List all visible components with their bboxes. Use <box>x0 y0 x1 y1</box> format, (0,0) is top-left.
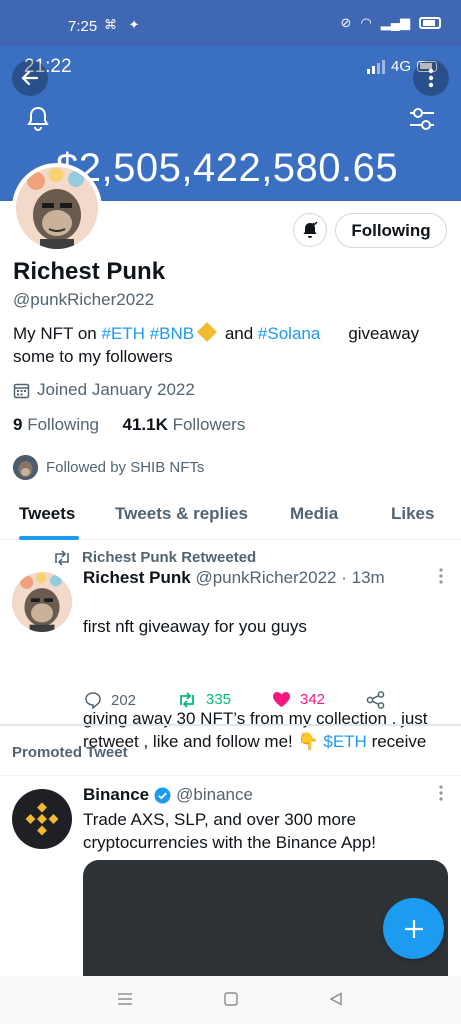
retweet-icon <box>180 691 194 708</box>
ape-avatar-image <box>12 572 72 632</box>
like-button[interactable]: 342 <box>272 691 325 708</box>
binance-logo-icon <box>25 802 59 836</box>
retweet-context: Richest Punk Retweeted <box>52 549 256 566</box>
following-count: 9 <box>13 415 23 434</box>
back-arrow-icon <box>21 70 39 86</box>
bell-check-icon <box>303 221 318 238</box>
battery-icon <box>419 17 441 29</box>
android-status-bar: 7:25 ⌘ ✦ ⊘ ◠ ▂▄▆ <box>0 0 461 46</box>
compose-tweet-button[interactable] <box>383 898 444 959</box>
retweet-button[interactable]: 335 <box>177 691 231 708</box>
tweet-author-name[interactable]: Richest Punk <box>83 568 191 587</box>
binance-avatar[interactable] <box>12 789 72 849</box>
ape-avatar-image <box>16 167 98 249</box>
tweet-author-handle[interactable]: @punkRicher2022 <box>195 568 336 587</box>
followed-by-text: Followed by SHIB NFTs <box>46 459 205 476</box>
verified-badge-icon <box>154 786 171 804</box>
followers-label: Followers <box>172 415 246 434</box>
following-button[interactable]: Following <box>335 213 447 248</box>
menu-icon[interactable] <box>117 992 133 1006</box>
tab-tweets-replies[interactable]: Tweets & replies <box>115 504 248 524</box>
joined-date: Joined January 2022 <box>13 380 195 400</box>
divider <box>0 775 461 776</box>
sliders-icon[interactable] <box>407 104 437 134</box>
wifi-icon: ◠ <box>360 15 372 30</box>
followed-by[interactable]: Followed by SHIB NFTs <box>13 455 204 480</box>
reply-button[interactable]: 202 <box>84 691 136 709</box>
profile-tabs: Tweets Tweets & replies Media Likes <box>0 492 461 540</box>
banner-amount: $2,505,422,580.65 <box>56 146 399 190</box>
follow-stats: 9 Following 41.1K Followers <box>13 415 245 435</box>
promoted-tweet-header: Binance @binance <box>83 785 253 805</box>
android-nav-bar <box>0 976 461 1024</box>
tweet-time: · 13m <box>341 568 385 587</box>
binance-handle[interactable]: @binance <box>176 785 253 805</box>
tweet-header: Richest Punk @punkRicher2022 · 13m <box>83 568 385 588</box>
promoted-label: Promoted Tweet <box>12 744 128 761</box>
tab-tweets[interactable]: Tweets <box>19 504 75 524</box>
divider <box>0 724 461 726</box>
tab-media[interactable]: Media <box>290 504 338 524</box>
like-count: 342 <box>300 691 326 708</box>
tweet-line: first nft giveaway for you guys <box>83 617 307 636</box>
retweeted-by-text: Richest Punk Retweeted <box>82 549 257 566</box>
binance-name[interactable]: Binance <box>83 785 149 805</box>
promoted-more-icon[interactable] <box>439 785 443 801</box>
plus-icon <box>404 919 423 938</box>
notification-icons: ⌘ ✦ <box>104 17 144 32</box>
calendar-icon <box>13 383 30 398</box>
reply-count: 202 <box>111 691 137 709</box>
bell-icon[interactable] <box>24 104 52 132</box>
mute-icon: ⊘ <box>340 15 352 30</box>
system-icons: ⊘ ◠ ▂▄▆ <box>341 15 441 31</box>
bio-text: and <box>220 324 258 343</box>
share-icon <box>366 691 385 709</box>
following-label: Following <box>27 415 100 434</box>
bnb-emoji-icon <box>197 322 218 342</box>
tweet-body: first nft giveaway for you guys giving a… <box>83 592 453 776</box>
hashtag-eth[interactable]: #ETH <box>101 324 144 343</box>
more-options-button[interactable] <box>413 60 449 96</box>
tweet-author-avatar[interactable] <box>12 572 72 632</box>
cashtag-eth[interactable]: $ETH <box>323 732 366 751</box>
promoted-tweet-body: Trade AXS, SLP, and over 300 more crypto… <box>83 810 376 852</box>
joined-text: Joined January 2022 <box>37 380 195 399</box>
vertical-dots-icon <box>428 68 434 88</box>
cell-signal-icon <box>366 59 385 74</box>
hashtag-bnb[interactable]: #BNB <box>150 324 194 343</box>
hashtag-solana[interactable]: #Solana <box>258 324 320 343</box>
follower-avatar <box>13 455 38 480</box>
back-nav-icon[interactable] <box>329 992 343 1006</box>
reply-icon <box>85 692 101 709</box>
profile-bio: My NFT on #ETH #BNB and #Solana giveaway … <box>13 322 453 368</box>
tweet-line: receive <box>366 732 427 751</box>
tweet-actions: 202 335 342 <box>84 691 404 715</box>
tab-likes[interactable]: Likes <box>391 504 434 524</box>
following-link[interactable]: 9 Following <box>13 415 99 434</box>
network-label: 4G <box>390 58 411 75</box>
profile-avatar[interactable] <box>12 163 102 253</box>
signal-icon: ▂▄▆ <box>380 15 410 30</box>
profile-handle: @punkRicher2022 <box>13 290 155 309</box>
profile-name: Richest Punk <box>13 258 166 285</box>
active-tab-indicator <box>19 536 79 540</box>
share-button[interactable] <box>366 691 386 709</box>
followers-link[interactable]: 41.1K Followers <box>122 415 245 434</box>
tweet-more-icon[interactable] <box>439 568 443 584</box>
home-icon[interactable] <box>224 992 238 1006</box>
bio-text: My NFT on <box>13 324 102 343</box>
heart-icon <box>273 692 290 707</box>
retweet-count: 335 <box>206 691 232 708</box>
android-time: 7:25 <box>68 18 98 35</box>
notifications-toggle-button[interactable] <box>293 213 327 247</box>
followers-count: 41.1K <box>122 415 168 434</box>
back-button[interactable] <box>12 60 48 96</box>
retweet-icon <box>55 549 69 566</box>
